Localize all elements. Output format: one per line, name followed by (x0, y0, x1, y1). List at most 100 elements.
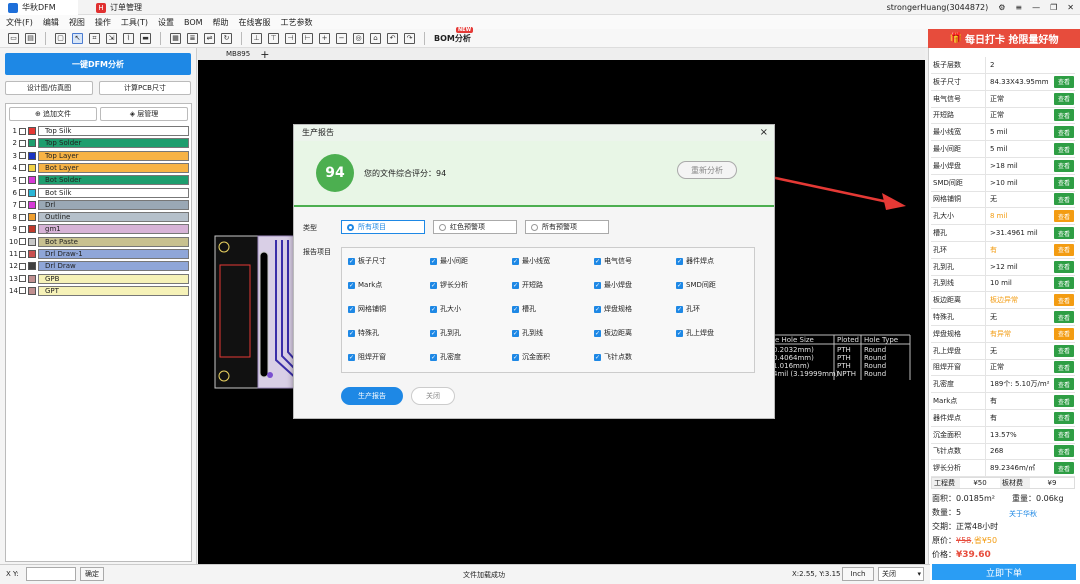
radio-all-items[interactable]: 所有项目 (341, 220, 425, 234)
view-button[interactable]: 查看 (1054, 277, 1074, 290)
close-button[interactable]: 关闭 (411, 387, 455, 405)
order-tab[interactable]: H 订单管理 (88, 0, 150, 15)
report-item-checkbox[interactable]: ✓ 特殊孔 (348, 328, 379, 338)
view-button[interactable]: 查看 (1054, 411, 1074, 424)
radio-red-warnings[interactable]: 红色预警项 (433, 220, 517, 234)
layer-color-swatch[interactable] (28, 225, 36, 234)
frame-icon[interactable]: ▢ (55, 32, 66, 44)
maximize-icon[interactable]: ❐ (1050, 3, 1057, 12)
report-item-checkbox[interactable]: ✓ 阻焊开窗 (348, 352, 386, 362)
tab-board[interactable]: MB895 (226, 50, 250, 58)
layer-row[interactable]: 7 Drl (9, 199, 189, 210)
report-item-checkbox[interactable]: ✓ 沉金面积 (512, 352, 550, 362)
layer-color-swatch[interactable] (28, 262, 36, 271)
layer-row[interactable]: 1 Top Silk (9, 126, 189, 136)
layer-row[interactable]: 5 Bot Solder (9, 175, 189, 186)
report-item-checkbox[interactable]: ✓ 最小焊盘 (594, 280, 632, 290)
view-button[interactable]: 查看 (1054, 260, 1074, 273)
layer-color-swatch[interactable] (28, 274, 36, 283)
design-sim-button[interactable]: 设计图/仿真图 (5, 81, 93, 95)
zoom-fit-icon[interactable]: ◎ (353, 32, 364, 44)
layer-checkbox[interactable] (19, 287, 26, 295)
layer-checkbox[interactable] (19, 238, 26, 246)
layer-row[interactable]: 4 Bot Layer (9, 162, 189, 173)
reanalyze-button[interactable]: 重新分析 (677, 161, 737, 179)
flip-icon[interactable]: ⇌ (204, 32, 215, 44)
layer-checkbox[interactable] (19, 152, 26, 160)
layer-color-swatch[interactable] (28, 163, 36, 172)
layer-row[interactable]: 9 gm1 (9, 224, 189, 235)
radio-all-warnings[interactable]: 所有预警项 (525, 220, 609, 234)
view-button[interactable]: 查看 (1054, 428, 1074, 441)
layer-checkbox[interactable] (19, 275, 26, 283)
report-item-checkbox[interactable]: ✓ 焊盘规格 (594, 304, 632, 314)
menu-edit[interactable]: 编辑 (43, 17, 59, 28)
layer-color-swatch[interactable] (28, 176, 36, 185)
add-tab-icon[interactable]: + (260, 48, 269, 61)
window-select-icon[interactable]: ⌗ (89, 32, 100, 44)
print-icon[interactable]: ▤ (25, 32, 36, 44)
view-button[interactable]: 查看 (1054, 109, 1074, 122)
report-item-checkbox[interactable]: ✓ 孔上焊盘 (676, 328, 714, 338)
layer-checkbox[interactable] (19, 189, 26, 196)
xy-input[interactable] (26, 567, 76, 581)
view-button[interactable]: 查看 (1054, 361, 1074, 374)
add-file-button[interactable]: ⊕ 追加文件 (9, 107, 97, 121)
layer-checkbox[interactable] (19, 201, 26, 209)
measure-icon[interactable]: ▬ (140, 32, 151, 44)
menu-settings[interactable]: 设置 (158, 17, 174, 28)
layer-checkbox[interactable] (19, 225, 26, 233)
move-icon[interactable]: ⇲ (106, 32, 117, 44)
layer-color-swatch[interactable] (28, 139, 36, 148)
menu-help[interactable]: 帮助 (213, 17, 229, 28)
report-item-checkbox[interactable]: ✓ 孔大小 (430, 304, 461, 314)
view-button[interactable]: 查看 (1054, 294, 1074, 307)
layer-color-swatch[interactable] (28, 188, 36, 197)
view-button[interactable]: 查看 (1054, 344, 1074, 357)
view-button[interactable]: 查看 (1054, 92, 1074, 105)
close-icon[interactable]: × (760, 125, 768, 141)
mode-select[interactable]: 关闭 ▾ (878, 567, 924, 581)
align-left-icon[interactable]: ⊣ (285, 32, 296, 44)
menu-process-params[interactable]: 工艺参数 (281, 17, 313, 28)
align-top-icon[interactable]: ⊤ (268, 32, 279, 44)
view-button[interactable]: 查看 (1054, 395, 1074, 407)
report-item-checkbox[interactable]: ✓ 板子尺寸 (348, 256, 386, 266)
grid-icon[interactable]: ▦ (170, 32, 181, 44)
layer-checkbox[interactable] (19, 164, 26, 172)
report-item-checkbox[interactable]: ✓ 最小间距 (430, 256, 468, 266)
redo-icon[interactable]: ↷ (404, 32, 415, 44)
promo-banner[interactable]: 🎁 每日打卡 抢限量好物 (928, 29, 1080, 48)
report-item-checkbox[interactable]: ✓ 开短路 (512, 280, 543, 290)
layer-checkbox[interactable] (19, 127, 26, 135)
layer-color-swatch[interactable] (28, 200, 36, 209)
report-item-checkbox[interactable]: ✓ 电气信号 (594, 256, 632, 266)
route-icon[interactable]: ⌇ (123, 32, 134, 44)
report-item-checkbox[interactable]: ✓ 飞针点数 (594, 352, 632, 362)
report-item-checkbox[interactable]: ✓ SMD间距 (676, 280, 716, 290)
menu-bom[interactable]: BOM (184, 18, 203, 27)
dfm-analysis-button[interactable]: 一键DFM分析 (5, 53, 191, 75)
menu-support[interactable]: 在线客服 (239, 17, 271, 28)
layer-manage-button[interactable]: ◈ 层管理 (100, 107, 188, 121)
menu-view[interactable]: 视图 (69, 17, 85, 28)
report-item-checkbox[interactable]: ✓ 网格铺铜 (348, 304, 386, 314)
report-item-checkbox[interactable]: ✓ 最小线宽 (512, 256, 550, 266)
zoom-out-icon[interactable]: − (336, 32, 347, 44)
report-item-checkbox[interactable]: ✓ 锣长分析 (430, 280, 468, 290)
report-item-checkbox[interactable]: ✓ 孔环 (676, 304, 700, 314)
layer-color-swatch[interactable] (28, 286, 36, 295)
view-button[interactable]: 查看 (1054, 176, 1074, 189)
report-item-checkbox[interactable]: ✓ 器件焊点 (676, 256, 714, 266)
report-item-checkbox[interactable]: ✓ 孔密度 (430, 352, 461, 362)
layer-checkbox[interactable] (19, 262, 26, 270)
calc-pcb-size-button[interactable]: 计算PCB尺寸 (99, 81, 191, 95)
view-button[interactable]: 查看 (1054, 227, 1074, 239)
view-button[interactable]: 查看 (1054, 126, 1074, 139)
rotate-icon[interactable]: ↻ (221, 32, 232, 44)
layer-color-swatch[interactable] (28, 237, 36, 246)
layer-color-swatch[interactable] (28, 213, 36, 222)
layer-checkbox[interactable] (19, 250, 26, 258)
align-right-icon[interactable]: ⊢ (302, 32, 313, 44)
menu-icon[interactable]: ≡ (1015, 3, 1022, 12)
